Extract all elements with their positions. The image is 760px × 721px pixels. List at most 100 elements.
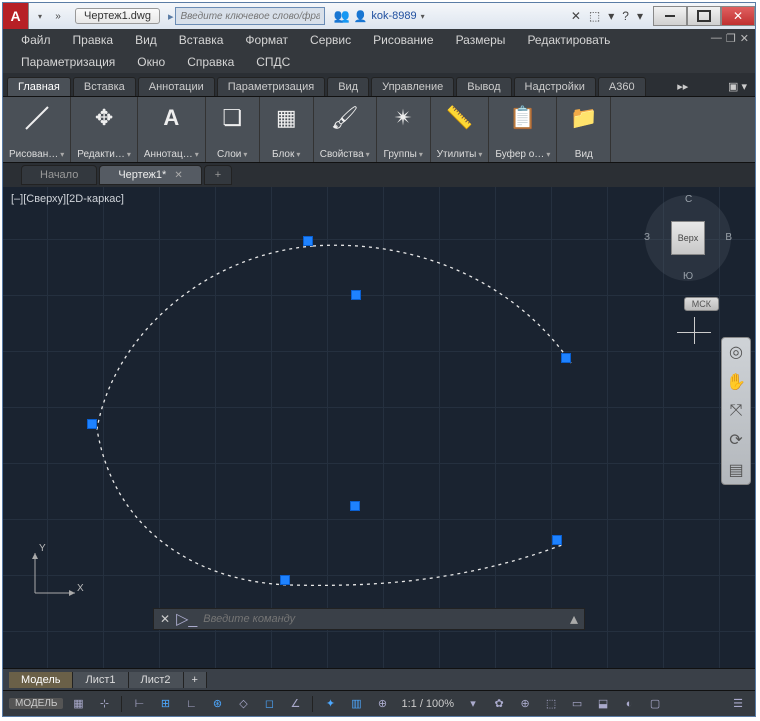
exchange-icon[interactable]: ✕ bbox=[571, 9, 581, 23]
help-icon[interactable]: ? bbox=[622, 9, 629, 23]
panel-view[interactable]: 📁Вид bbox=[557, 97, 611, 162]
cmdline-menu-icon[interactable]: ▴ bbox=[570, 609, 578, 629]
start-tab[interactable]: Начало bbox=[21, 165, 97, 185]
mdi-close[interactable]: ✕ bbox=[740, 32, 749, 45]
lineweight-toggle[interactable]: ✦ bbox=[319, 694, 341, 714]
selected-spline[interactable] bbox=[3, 187, 753, 657]
menu-insert[interactable]: Вставка bbox=[169, 31, 234, 49]
qat-dropdown[interactable]: ▾ bbox=[33, 9, 47, 23]
spline-grip[interactable] bbox=[552, 535, 562, 545]
spline-grip[interactable] bbox=[87, 419, 97, 429]
apps-dropdown[interactable]: ▾ bbox=[608, 9, 614, 23]
new-tab-button[interactable]: + bbox=[204, 165, 232, 185]
menu-modify[interactable]: Редактировать bbox=[517, 31, 620, 49]
annotation-monitor[interactable]: ⊕ bbox=[514, 694, 536, 714]
layout-sheet1[interactable]: Лист1 bbox=[73, 672, 128, 688]
model-space-button[interactable]: МОДЕЛЬ bbox=[9, 698, 63, 709]
apps-icon[interactable]: ⬚ bbox=[589, 9, 600, 23]
spline-grip[interactable] bbox=[561, 353, 571, 363]
pan-icon[interactable]: ✋ bbox=[726, 372, 746, 392]
close-tab-icon[interactable]: ✕ bbox=[174, 170, 182, 181]
signin-icon[interactable]: 👥 bbox=[333, 8, 349, 24]
isolate-toggle[interactable]: ◐ bbox=[618, 694, 640, 714]
panel-layers[interactable]: ❏Слои bbox=[206, 97, 260, 162]
tab-view[interactable]: Вид bbox=[327, 77, 369, 96]
tab-manage[interactable]: Управление bbox=[371, 77, 454, 96]
panel-properties[interactable]: 🖌Свойства bbox=[314, 97, 377, 162]
customize-button[interactable]: ☰ bbox=[727, 694, 749, 714]
panel-annotate[interactable]: AАннотац… bbox=[138, 97, 206, 162]
panel-block[interactable]: ▦Блок bbox=[260, 97, 314, 162]
menu-format[interactable]: Формат bbox=[235, 31, 298, 49]
panel-groups[interactable]: ✴Группы bbox=[377, 97, 431, 162]
qp-toggle[interactable]: ▭ bbox=[566, 694, 588, 714]
infer-toggle[interactable]: ⊢ bbox=[128, 694, 150, 714]
menu-dimensions[interactable]: Размеры bbox=[446, 31, 516, 49]
username-label[interactable]: kok-8989 bbox=[371, 10, 416, 22]
ucs-icon[interactable]: Y X bbox=[23, 545, 83, 608]
ribbon-collapse[interactable]: ▣ ▾ bbox=[720, 77, 755, 96]
tab-overflow[interactable]: ▸▸ bbox=[669, 77, 696, 96]
drawing-area[interactable]: [–][Сверху][2D-каркас] Y X Верх С З В Ю … bbox=[3, 187, 755, 668]
maximize-button[interactable] bbox=[687, 6, 721, 26]
snap-toggle[interactable]: ⊹ bbox=[93, 694, 115, 714]
tab-parametric[interactable]: Параметризация bbox=[217, 77, 325, 96]
search-input[interactable] bbox=[175, 7, 325, 25]
tab-output[interactable]: Вывод bbox=[456, 77, 511, 96]
scale-dropdown[interactable]: ▾ bbox=[462, 694, 484, 714]
polar-toggle[interactable]: ⊛ bbox=[206, 694, 228, 714]
cmdline-close-icon[interactable]: ✕ bbox=[160, 612, 170, 626]
qat-expand-icon[interactable]: » bbox=[51, 9, 65, 23]
menu-draw[interactable]: Рисование bbox=[363, 31, 443, 49]
grid-toggle[interactable]: ▦ bbox=[67, 694, 89, 714]
transparency-toggle[interactable]: ▥ bbox=[345, 694, 367, 714]
layout-sheet2[interactable]: Лист2 bbox=[129, 672, 184, 688]
showmotion-icon[interactable]: ▤ bbox=[728, 460, 743, 480]
close-button[interactable]: ✕ bbox=[721, 6, 755, 26]
tab-addins[interactable]: Надстройки bbox=[514, 77, 596, 96]
viewcube[interactable]: Верх С З В Ю bbox=[645, 195, 731, 281]
osnap-toggle[interactable]: ◻ bbox=[258, 694, 280, 714]
drawing-tab[interactable]: Чертеж1*✕ bbox=[99, 165, 201, 185]
menu-help[interactable]: Справка bbox=[177, 53, 244, 71]
workspace-toggle[interactable]: ✿ bbox=[488, 694, 510, 714]
spline-grip[interactable] bbox=[280, 575, 290, 585]
zoom-extents-icon[interactable]: ⤧ bbox=[730, 402, 743, 420]
spline-grip[interactable] bbox=[350, 501, 360, 511]
panel-clipboard[interactable]: 📋Буфер о… bbox=[489, 97, 557, 162]
iso-toggle[interactable]: ◇ bbox=[232, 694, 254, 714]
command-input[interactable] bbox=[203, 613, 564, 625]
layout-add-button[interactable]: + bbox=[184, 672, 207, 688]
panel-utilities[interactable]: 📏Утилиты bbox=[431, 97, 490, 162]
mdi-restore[interactable]: ❐ bbox=[726, 32, 736, 45]
menu-spds[interactable]: СПДС bbox=[246, 53, 300, 71]
orbit-icon[interactable]: ⟳ bbox=[729, 430, 742, 450]
app-menu-button[interactable]: A bbox=[3, 3, 29, 29]
spline-grip[interactable] bbox=[303, 236, 313, 246]
menu-parametric[interactable]: Параметризация bbox=[11, 53, 125, 71]
command-line[interactable]: ✕ ▷_ ▴ bbox=[153, 608, 585, 630]
spline-grip[interactable] bbox=[351, 290, 361, 300]
viewcube-face[interactable]: Верх bbox=[671, 221, 705, 255]
mdi-minimize[interactable]: — bbox=[711, 32, 722, 45]
tab-annotate[interactable]: Аннотации bbox=[138, 77, 215, 96]
panel-draw[interactable]: Рисован… bbox=[3, 97, 71, 162]
hardware-accel[interactable]: ⬓ bbox=[592, 694, 614, 714]
tab-home[interactable]: Главная bbox=[7, 77, 71, 96]
otrack-toggle[interactable]: ∠ bbox=[284, 694, 306, 714]
panel-modify[interactable]: ✥Редакти… bbox=[71, 97, 138, 162]
menu-view[interactable]: Вид bbox=[125, 31, 167, 49]
help-dropdown[interactable]: ▾ bbox=[637, 9, 643, 23]
dynamic-input-toggle[interactable]: ⊞ bbox=[154, 694, 176, 714]
tab-insert[interactable]: Вставка bbox=[73, 77, 136, 96]
menu-file[interactable]: Файл bbox=[11, 31, 61, 49]
layout-model[interactable]: Модель bbox=[9, 672, 73, 688]
menu-edit[interactable]: Правка bbox=[63, 31, 124, 49]
navigation-bar[interactable]: ◎ ✋ ⤧ ⟳ ▤ bbox=[721, 337, 751, 485]
minimize-button[interactable] bbox=[653, 6, 687, 26]
user-dropdown[interactable]: ▾ bbox=[421, 12, 425, 21]
cycling-toggle[interactable]: ⊕ bbox=[371, 694, 393, 714]
tab-a360[interactable]: A360 bbox=[598, 77, 646, 96]
nav-wheel-icon[interactable]: ◎ bbox=[729, 342, 743, 362]
units-toggle[interactable]: ⬚ bbox=[540, 694, 562, 714]
